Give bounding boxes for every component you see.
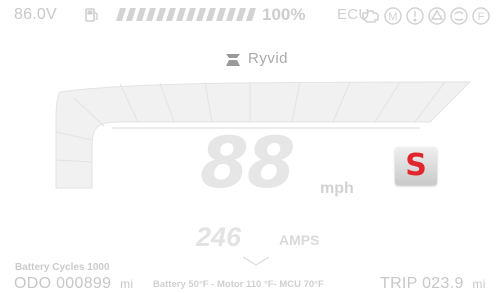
fuel-icon [85, 8, 98, 22]
odo-value: 000899 [56, 275, 112, 292]
speed-value: 88 [200, 122, 295, 204]
brand-logo: Ryvid [224, 50, 314, 70]
chevron-down-icon [243, 256, 269, 266]
trip-value: 023.9 [422, 275, 464, 292]
svg-text:M: M [388, 11, 397, 23]
warning-icons-group: M F [362, 7, 490, 25]
engine-warning-icon [362, 10, 379, 23]
battery-level-bar [116, 8, 256, 21]
svg-text:F: F [478, 11, 485, 23]
trip-meter: TRIP 023.9 mi [380, 275, 486, 293]
motor-warning-icon: M [384, 7, 402, 25]
current-unit: AMPS [279, 232, 320, 248]
current-value: 246 [196, 222, 242, 252]
ryvid-mark-icon [226, 54, 240, 66]
brake-warning-icon [428, 7, 446, 25]
temperature-readout: Battery 50°F - Motor 110 °F- MCU 70°F [153, 279, 324, 290]
brand-name: Ryvid [248, 50, 289, 67]
voltage-readout: 86.0V [14, 6, 57, 23]
ride-mode-badge: S [395, 147, 437, 185]
tire-warning-icon [450, 7, 468, 25]
battery-cycles: Battery Cycles 1000 [15, 262, 110, 273]
battery-cycles-value: 1000 [87, 262, 110, 273]
general-warning-icon [406, 7, 424, 25]
speed-unit: mph [320, 180, 354, 197]
f-warning-icon: F [472, 7, 490, 25]
odo-label: ODO [14, 275, 52, 292]
battery-cycles-label: Battery Cycles [15, 262, 85, 273]
odometer: ODO 000899 mi [14, 275, 133, 293]
ride-mode-letter: S [405, 148, 427, 183]
battery-percentage: 100% [262, 5, 306, 24]
trip-label: TRIP [380, 275, 418, 292]
